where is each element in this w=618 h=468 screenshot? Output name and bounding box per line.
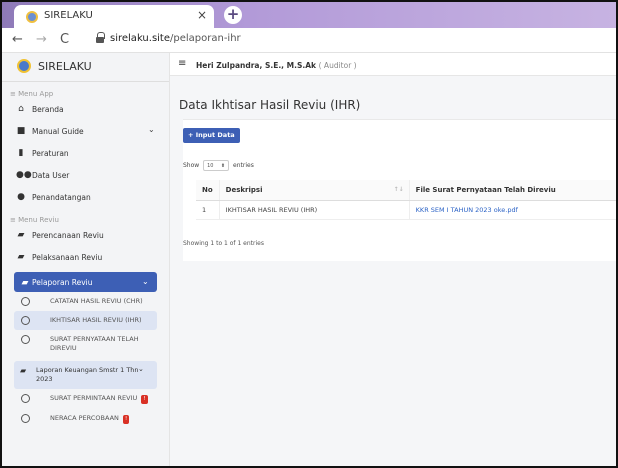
column-header-no[interactable]: No xyxy=(196,180,220,201)
data-card: + Input Data Show 10 ⬍ entries No Deskri… xyxy=(183,119,616,261)
chevron-down-icon: ⌄ xyxy=(138,365,144,373)
sidebar-item-label: Penandatangan xyxy=(32,193,91,202)
close-tab-icon[interactable]: × xyxy=(197,8,207,22)
table-info: Showing 1 to 1 of 1 entries xyxy=(183,240,264,247)
sidebar-item-penandatangan[interactable]: ● Penandatangan xyxy=(2,186,169,208)
section-menu-app: ≡ Menu App xyxy=(10,90,54,98)
sidebar-item-label: Manual Guide xyxy=(32,127,84,136)
book-icon: ■ xyxy=(16,126,26,136)
sidebar-sub-item-label: NERACA PERCOBAAN xyxy=(50,414,119,422)
users-icon: ●● xyxy=(16,170,32,180)
sort-icon: ↑↓ xyxy=(393,186,404,193)
url-host: sirelaku.site xyxy=(110,33,170,44)
tab-title: SIRELAKU xyxy=(44,10,93,21)
forward-arrow-icon[interactable]: → xyxy=(36,32,47,47)
input-data-label: Input Data xyxy=(195,131,235,139)
user-icon: ● xyxy=(17,192,25,202)
circle-icon xyxy=(21,297,30,306)
new-tab-button[interactable]: + xyxy=(224,6,242,24)
lock-icon[interactable] xyxy=(96,32,105,44)
sidebar-item-peraturan[interactable]: ▮ Peraturan xyxy=(2,142,169,164)
url-field[interactable]: sirelaku.site/pelaporan-ihr xyxy=(110,33,241,44)
plus-icon: + xyxy=(188,131,194,139)
notification-badge: ! xyxy=(141,395,148,404)
circle-icon xyxy=(21,316,30,325)
entries-select-value: 10 xyxy=(207,163,214,169)
sidebar-sub-item-surat-pernyataan[interactable]: SURAT PERNYATAAN TELAH DIREVIU xyxy=(14,330,157,358)
sidebar-item-label: Laporan Keuangan Smstr 1 Thn 2023 xyxy=(36,366,139,383)
file-icon: ▰ xyxy=(17,230,25,240)
cell-file: KKR SEM I TAHUN 2023 oke.pdf xyxy=(409,200,616,220)
sidebar-item-label: Peraturan xyxy=(32,149,69,158)
logo-icon xyxy=(17,59,31,73)
url-path: /pelaporan-ihr xyxy=(170,33,241,44)
input-data-button[interactable]: + Input Data xyxy=(183,128,240,143)
sidebar-item-pelaporan-reviu[interactable]: ▰ Pelaporan Reviu ⌄ xyxy=(14,272,157,292)
sidebar-item-manual-guide[interactable]: ■ Manual Guide ⌄ xyxy=(2,120,169,142)
sidebar: SIRELAKU ≡ Menu App ⌂ Beranda ■ Manual G… xyxy=(2,53,170,466)
sidebar-sub-item-label: IKHTISAR HASIL REVIU (IHR) xyxy=(50,316,142,324)
select-arrows-icon: ⬍ xyxy=(220,163,226,169)
sidebar-sub-item-chr[interactable]: CATATAN HASIL REVIU (CHR) xyxy=(14,292,157,311)
home-icon: ⌂ xyxy=(18,104,24,114)
file-icon: ▰ xyxy=(17,252,25,262)
user-info: Heri Zulpandra, S.E., M.S.Ak ( Auditor ) xyxy=(196,61,357,70)
address-bar: ← → C sirelaku.site/pelaporan-ihr xyxy=(2,28,616,53)
sidebar-item-beranda[interactable]: ⌂ Beranda xyxy=(2,98,169,120)
cell-no: 1 xyxy=(196,200,220,220)
circle-icon xyxy=(21,394,30,403)
sidebar-sub-item-label: SURAT PERNYATAAN TELAH DIREVIU xyxy=(50,335,139,352)
file-link[interactable]: KKR SEM I TAHUN 2023 oke.pdf xyxy=(416,206,518,214)
chevron-down-icon: ⌄ xyxy=(142,277,149,286)
file-icon: ▰ xyxy=(21,278,29,288)
sidebar-item-label: Perencanaan Reviu xyxy=(32,231,104,240)
sidebar-sub-item-neraca-percobaan[interactable]: NERACA PERCOBAAN ! xyxy=(14,409,157,429)
brand[interactable]: SIRELAKU xyxy=(2,53,169,82)
notification-badge: ! xyxy=(122,415,130,424)
entries-label: entries xyxy=(233,162,254,169)
top-header: ≡ Heri Zulpandra, S.E., M.S.Ak ( Auditor… xyxy=(170,53,616,76)
user-role: ( Auditor ) xyxy=(318,61,357,70)
show-label: Show xyxy=(183,162,200,169)
browser-tab-strip: SIRELAKU × + xyxy=(2,2,616,28)
brand-name: SIRELAKU xyxy=(38,60,92,73)
sidebar-sub-item-label: CATATAN HASIL REVIU (CHR) xyxy=(50,297,143,305)
hamburger-icon[interactable]: ≡ xyxy=(178,58,186,69)
chevron-down-icon: ⌄ xyxy=(148,125,155,134)
sidebar-item-laporan-keuangan[interactable]: ▰ Laporan Keuangan Smstr 1 Thn 2023 ⌄ xyxy=(14,361,157,389)
sidebar-item-pelaksanaan-reviu[interactable]: ▰ Pelaksanaan Reviu xyxy=(2,246,169,268)
page-length-control: Show 10 ⬍ entries xyxy=(183,160,254,171)
circle-icon xyxy=(21,335,30,344)
file-icon: ▰ xyxy=(20,366,27,375)
sidebar-item-data-user[interactable]: ●● Data User xyxy=(2,164,169,186)
page-title: Data Ikhtisar Hasil Reviu (IHR) xyxy=(179,98,361,112)
reload-icon[interactable]: C xyxy=(60,32,69,47)
sidebar-sub-item-ihr[interactable]: IKHTISAR HASIL REVIU (IHR) xyxy=(14,311,157,330)
column-header-file[interactable]: File Surat Pernyataan Telah Direviu xyxy=(409,180,616,201)
sidebar-item-label: Data User xyxy=(32,171,70,180)
column-header-label: Deskripsi xyxy=(225,185,263,194)
user-name: Heri Zulpandra, S.E., M.S.Ak xyxy=(196,61,316,70)
back-arrow-icon[interactable]: ← xyxy=(12,32,23,47)
table-header-row: No Deskripsi ↑↓ File Surat Pernyataan Te… xyxy=(196,180,616,201)
section-menu-reviu: ≡ Menu Reviu xyxy=(10,216,59,224)
browser-tab[interactable]: SIRELAKU × xyxy=(14,5,214,28)
bookmark-icon: ▮ xyxy=(18,148,24,158)
favicon-icon xyxy=(26,11,38,23)
sidebar-item-label: Beranda xyxy=(32,105,64,114)
sidebar-item-perencanaan-reviu[interactable]: ▰ Perencanaan Reviu xyxy=(2,224,169,246)
data-table: No Deskripsi ↑↓ File Surat Pernyataan Te… xyxy=(196,180,616,220)
sidebar-item-label: Pelaksanaan Reviu xyxy=(32,253,103,262)
sidebar-item-label: Pelaporan Reviu xyxy=(32,278,93,287)
sidebar-sub-item-label: SURAT PERMINTAAN REVIU xyxy=(50,394,138,402)
column-header-deskripsi[interactable]: Deskripsi ↑↓ xyxy=(219,180,410,201)
circle-icon xyxy=(21,414,30,423)
table-row: 1 IKHTISAR HASIL REVIU (IHR) KKR SEM I T… xyxy=(196,200,616,220)
entries-select[interactable]: 10 ⬍ xyxy=(203,160,230,171)
main-content: Data Ikhtisar Hasil Reviu (IHR) + Input … xyxy=(170,76,616,466)
cell-deskripsi: IKHTISAR HASIL REVIU (IHR) xyxy=(219,200,410,220)
browser-window: SIRELAKU × + ← → C sirelaku.site/pelapor… xyxy=(0,0,618,468)
sidebar-sub-item-surat-permintaan[interactable]: SURAT PERMINTAAN REVIU ! xyxy=(14,389,157,409)
